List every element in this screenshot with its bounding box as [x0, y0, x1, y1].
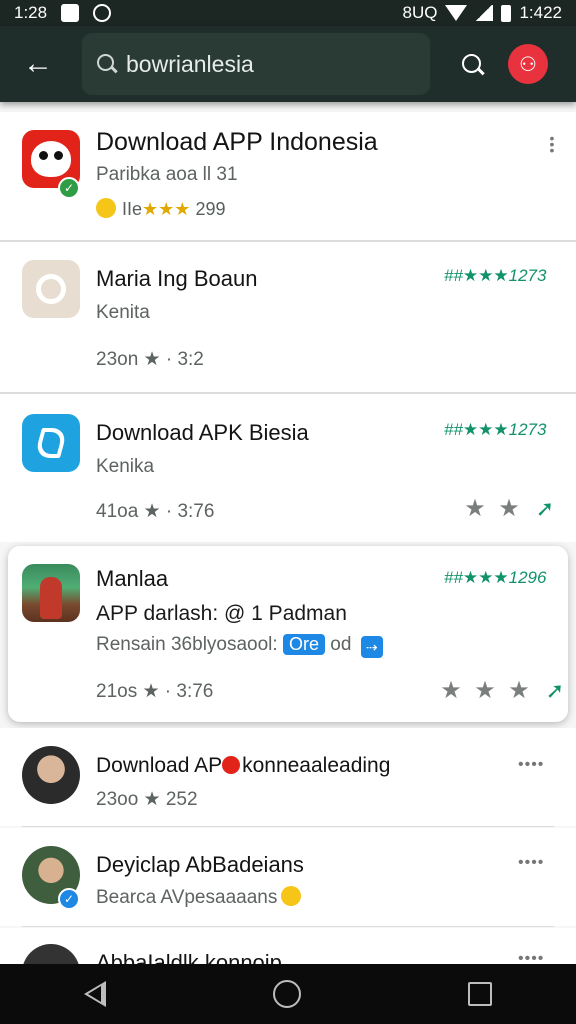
- app-title: Download APK Biesia: [96, 420, 309, 445]
- action-row: ★ ★ ➚: [464, 497, 558, 521]
- profile-button[interactable]: ⚇: [508, 44, 548, 84]
- status-badge: Ore: [282, 634, 325, 655]
- results-list: ✓ Download APP Indonesia Paribka aoa ll …: [0, 102, 576, 964]
- status-time: 1:28: [14, 3, 48, 22]
- search-icon: [96, 53, 116, 75]
- more-options-button[interactable]: • • •: [540, 130, 564, 158]
- more-horizontal-icon[interactable]: ••••: [518, 854, 544, 872]
- app-title: Deyiclap AbBadeians: [96, 852, 304, 877]
- list-item[interactable]: ✓ Download APP Indonesia Paribka aoa ll …: [0, 112, 576, 240]
- search-button[interactable]: [450, 42, 494, 86]
- list-item-highlighted[interactable]: Manlaa APP darlash: @ 1 Padman Rensain 3…: [8, 546, 568, 722]
- app-bar: ← ⚇: [0, 26, 576, 102]
- list-item[interactable]: ✓ Deyiclap AbBadeians Bearca AVpesaaaans…: [0, 828, 576, 926]
- emoji-icon: [96, 198, 116, 218]
- send-icon[interactable]: ➚: [532, 498, 558, 520]
- red-badge-icon: [222, 756, 241, 774]
- link-icon: ⇢: [360, 636, 383, 658]
- star-icon[interactable]: ★: [508, 679, 530, 703]
- avatar: [22, 944, 80, 964]
- emoji-icon: [281, 886, 302, 906]
- verified-icon: ✓: [58, 177, 80, 199]
- profile-icon: ⚇: [519, 53, 537, 76]
- app-rating: ##★★★1296: [444, 568, 547, 587]
- app-meta: 23oo ★ 252: [96, 789, 198, 810]
- app-title: Download APP Indonesia: [96, 128, 378, 156]
- star-icon[interactable]: ★: [474, 679, 496, 703]
- battery-icon: [501, 4, 512, 22]
- app-subtitle: Kenita: [96, 302, 150, 323]
- status-bar: 1:28 8UQ 1:422: [0, 0, 576, 26]
- arrow-left-icon: ←: [23, 47, 53, 80]
- star-icon[interactable]: ★: [440, 679, 462, 703]
- status-battery-label: 1:422: [519, 3, 562, 22]
- app-icon: [22, 414, 80, 472]
- app-icon: [22, 260, 80, 318]
- app-description: Rensain 36blyosaool: Ore od ⇢: [96, 634, 383, 658]
- app-meta: 23on ★ · 3:2: [96, 349, 204, 370]
- app-subtitle: Kenika: [96, 456, 155, 477]
- more-vertical-icon: • • •: [549, 130, 555, 158]
- send-icon[interactable]: ➚: [542, 680, 568, 702]
- list-item[interactable]: AbbaIaldlk konnoip ••••: [0, 928, 576, 964]
- app-rating: IIe★★★ 299: [96, 198, 226, 220]
- app-title: Download AP konneaaleading: [96, 754, 391, 777]
- action-row: ★ ★ ★ ➚: [440, 679, 568, 703]
- star-icon[interactable]: ★: [464, 497, 486, 521]
- app-title: Maria Ing Boaun: [96, 266, 258, 291]
- list-item[interactable]: Download AP konneaaleading 23oo ★ 252 •••…: [0, 728, 576, 826]
- avatar: [22, 746, 80, 804]
- app-subtitle: Bearca AVpesaaaans: [96, 886, 302, 909]
- nav-recents-icon[interactable]: [468, 982, 493, 1006]
- app-title: AbbaIaldlk konnoip: [96, 950, 282, 964]
- app-meta: 21os ★ · 3:76: [96, 681, 214, 702]
- notification-icon: [61, 4, 80, 22]
- app-notification-icon: [93, 4, 112, 22]
- divider: [22, 926, 554, 927]
- status-network-label: 8UQ: [402, 3, 438, 22]
- wifi-icon: [445, 5, 468, 21]
- navigation-bar: [0, 964, 576, 1024]
- app-rating: ##★★★1273: [444, 420, 547, 439]
- divider: [22, 826, 554, 827]
- more-horizontal-icon[interactable]: ••••: [518, 756, 544, 774]
- search-icon: [461, 53, 483, 75]
- app-title: Manlaa: [96, 566, 169, 591]
- app-meta: 41oa ★ · 3:76: [96, 501, 215, 522]
- back-button[interactable]: ←: [16, 42, 60, 86]
- search-input[interactable]: [126, 50, 416, 78]
- star-icon[interactable]: ★: [498, 497, 520, 521]
- list-item[interactable]: Maria Ing Boaun Kenita 23on ★ · 3:2 ##★★…: [0, 242, 576, 392]
- app-rating: ##★★★1273: [444, 266, 547, 285]
- nav-back-icon[interactable]: [83, 981, 106, 1007]
- app-icon: [22, 564, 80, 622]
- search-box[interactable]: [82, 33, 430, 95]
- list-item[interactable]: Download APK Biesia Kenika 41oa ★ · 3:76…: [0, 394, 576, 542]
- app-subtitle: Paribka aoa ll 31: [96, 164, 238, 185]
- signal-icon: [475, 5, 494, 21]
- verified-icon: ✓: [58, 888, 80, 910]
- nav-home-icon[interactable]: [272, 980, 301, 1008]
- more-horizontal-icon[interactable]: ••••: [518, 950, 544, 964]
- app-subtitle: APP darlash: @ 1 Padman: [96, 602, 347, 625]
